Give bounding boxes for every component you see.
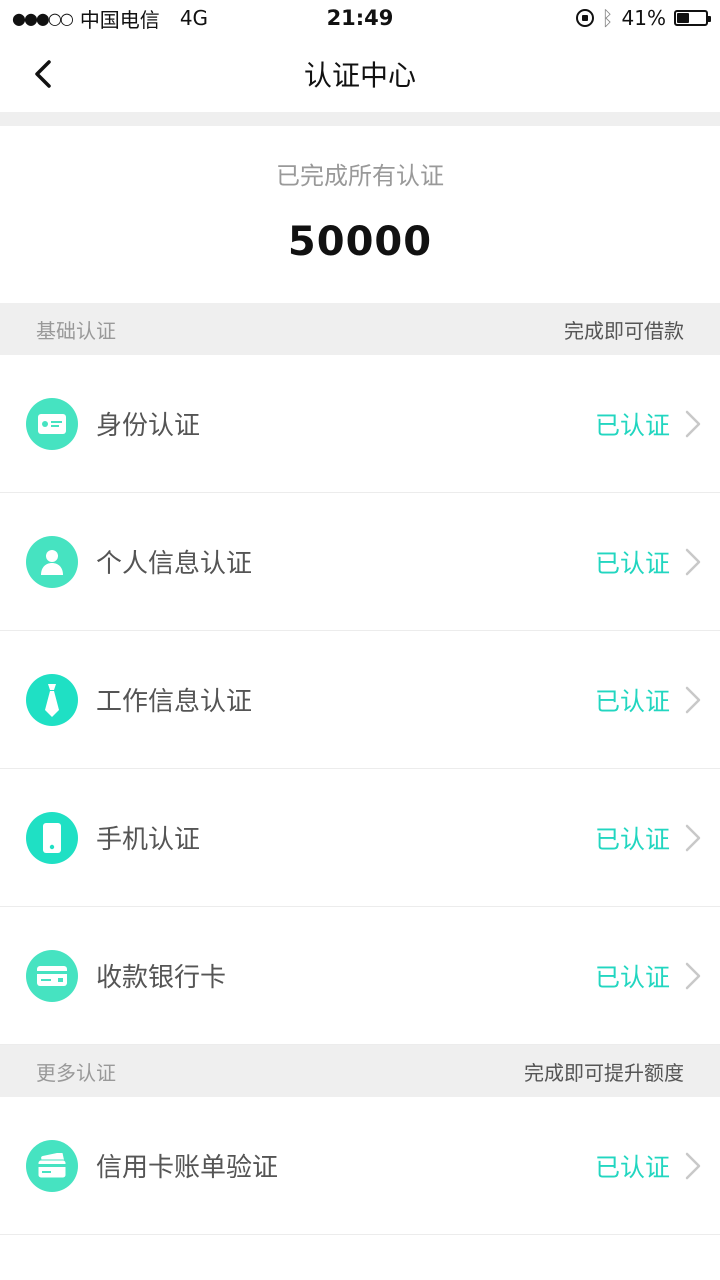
phone-icon (26, 811, 78, 864)
list-item-phone-verification[interactable]: 手机认证 已认证 (0, 769, 720, 907)
chevron-right-icon (685, 686, 701, 713)
battery-level (677, 13, 690, 23)
tie-icon (26, 673, 78, 726)
battery-icon (674, 10, 711, 26)
section-hint: 完成即可借款 (564, 318, 684, 343)
verified-status: 已认证 (594, 410, 670, 440)
back-arrow-icon (35, 60, 51, 88)
person-icon (26, 535, 78, 588)
list-item-personal-info[interactable]: 个人信息认证 已认证 (0, 493, 720, 631)
status-bar: ●●●○○ 中国电信 4G 21:49 ᛒ 41% (0, 0, 720, 36)
list-item-bank-card[interactable]: 收款银行卡 已认证 (0, 907, 720, 1045)
section-title: 基础认证 (36, 318, 116, 343)
bluetooth-icon: ᛒ (601, 6, 614, 30)
navigation-bar: 认证中心 (0, 36, 720, 112)
chevron-right-icon (685, 962, 701, 989)
section-hint: 完成即可提升额度 (524, 1060, 684, 1085)
list-item-id-verification[interactable]: 身份认证 已认证 (0, 355, 720, 493)
battery-percent: 41% (621, 6, 666, 30)
chevron-right-icon (685, 1152, 701, 1179)
bank-card-icon (26, 949, 78, 1002)
rotation-lock-icon (575, 9, 594, 27)
credit-card-icon (26, 1139, 78, 1192)
item-label: 工作信息认证 (96, 687, 253, 717)
network-type: 4G (179, 6, 209, 30)
summary-panel: 已完成所有认证 50000 (0, 126, 720, 303)
item-label: 信用卡账单验证 (96, 1153, 279, 1183)
list-item-work-info[interactable]: 工作信息认证 已认证 (0, 631, 720, 769)
section-title: 更多认证 (36, 1060, 116, 1085)
verified-status: 已认证 (594, 548, 670, 578)
verified-status: 已认证 (594, 686, 670, 716)
chevron-right-icon (685, 410, 701, 437)
section-header-basic: 基础认证 完成即可借款 (0, 303, 720, 355)
credit-amount: 50000 (287, 219, 433, 265)
status-right: ᛒ 41% (575, 6, 711, 30)
list-item-credit-card-bill[interactable]: 信用卡账单验证 已认证 (0, 1097, 720, 1235)
status-left: ●●●○○ 中国电信 4G (12, 4, 208, 33)
back-button[interactable] (24, 54, 64, 94)
verified-status: 已认证 (594, 1152, 670, 1182)
id-card-icon (26, 397, 78, 450)
verified-status: 已认证 (594, 824, 670, 854)
page-title: 认证中心 (303, 59, 416, 92)
item-label: 身份认证 (96, 411, 201, 441)
divider-gap (0, 112, 720, 126)
signal-strength-icon: ●●●○○ (12, 8, 74, 28)
item-label: 收款银行卡 (96, 963, 227, 993)
item-label: 手机认证 (96, 825, 201, 855)
summary-status-text: 已完成所有认证 (276, 162, 444, 190)
chevron-right-icon (685, 824, 701, 851)
item-label: 个人信息认证 (96, 549, 253, 579)
carrier-name: 中国电信 (79, 7, 160, 32)
chevron-right-icon (685, 548, 701, 575)
verified-status: 已认证 (594, 962, 670, 992)
section-header-more: 更多认证 完成即可提升额度 (0, 1045, 720, 1097)
